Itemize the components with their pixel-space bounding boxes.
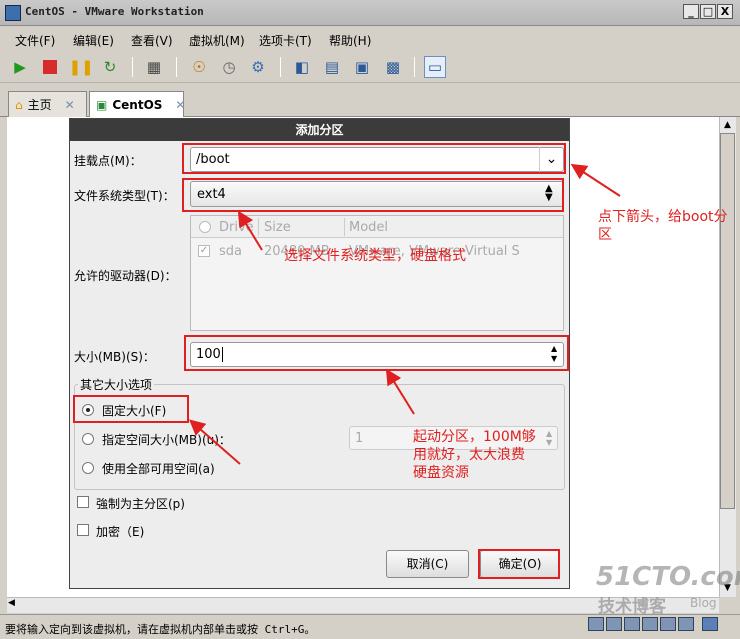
network-status-icon[interactable] (624, 617, 640, 631)
status-text: 要将输入定向到该虚拟机，请在虚拟机内部单击或按 Ctrl+G。 (5, 623, 316, 636)
annotation-size: 起动分区，100M够用就好，太大浪费硬盘资源 (413, 429, 536, 481)
annotation-arrows (188, 163, 621, 465)
cdrom-status-icon[interactable] (606, 617, 622, 631)
annotation-mount: 点下箭头，给boot分区 (598, 209, 728, 243)
watermark-logo: 51CTO.com (596, 562, 740, 592)
hdd-status-icon[interactable] (588, 617, 604, 631)
annotation-fs: 选择文件系统类型，硬盘格式 (284, 248, 466, 264)
usb-status-icon[interactable] (642, 617, 658, 631)
arrow-fixed (188, 419, 241, 465)
arrow-size (385, 368, 415, 415)
printer-status-icon[interactable] (678, 617, 694, 631)
watermark-blog: Blog (690, 596, 717, 610)
message-status-icon[interactable] (702, 617, 718, 631)
sound-status-icon[interactable] (660, 617, 676, 631)
arrow-fs (237, 210, 263, 251)
arrow-mount (570, 163, 621, 197)
